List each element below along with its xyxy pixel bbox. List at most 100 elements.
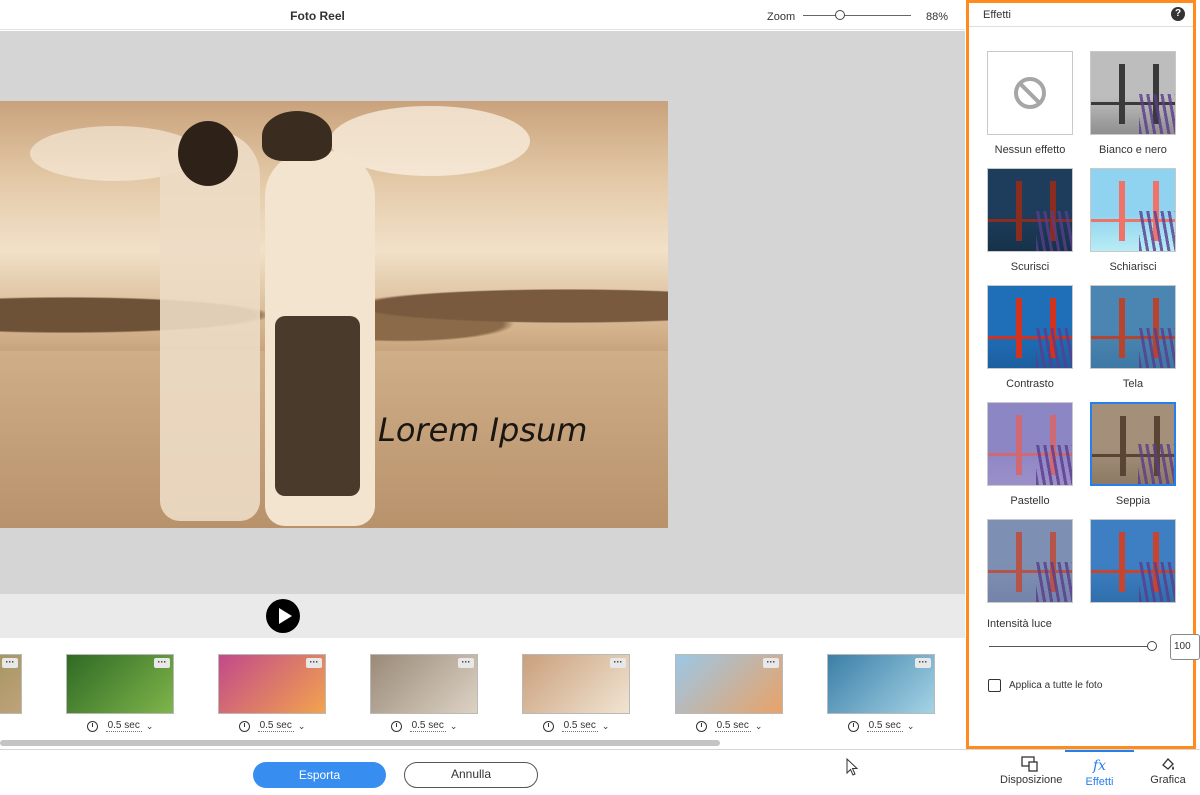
- more-options-icon[interactable]: ···: [763, 658, 779, 668]
- clip-duration-dropdown[interactable]: 0.5 sec⌄: [675, 718, 783, 734]
- clip-item[interactable]: ··· 0.5 sec⌄: [370, 654, 478, 734]
- effect-swatch[interactable]: [987, 402, 1073, 486]
- bridge-tower: [1016, 181, 1022, 241]
- clip-item[interactable]: ··· 0.5 sec⌄: [675, 654, 783, 734]
- zoom-value: 88%: [926, 11, 949, 23]
- effect-option[interactable]: Tela: [1090, 285, 1176, 390]
- foto-reel-app: Foto Reel Zoom 88% Lorem Ipsum ··· 0.5 se…: [0, 0, 1200, 795]
- flower-plants: [1036, 211, 1072, 251]
- effect-swatch[interactable]: [1090, 168, 1176, 252]
- clip-thumbnail[interactable]: ···: [675, 654, 783, 714]
- layout-icon: [1000, 750, 1060, 774]
- clip-thumbnail[interactable]: ···: [66, 654, 174, 714]
- clip-duration-dropdown[interactable]: 0.5 sec⌄: [827, 718, 935, 734]
- preview-stage: Lorem Ipsum: [0, 31, 965, 594]
- effect-swatch[interactable]: [987, 519, 1073, 603]
- effect-label: Schiarisci: [1109, 261, 1157, 273]
- clip-item[interactable]: ··· 0.5 sec⌄: [827, 654, 935, 734]
- photo-person-woman: [160, 131, 260, 521]
- flower-plants: [1139, 328, 1175, 368]
- more-options-icon[interactable]: ···: [610, 658, 626, 668]
- cancel-button[interactable]: Annulla: [404, 762, 538, 788]
- clip-duration-dropdown[interactable]: 0.5 sec⌄: [0, 718, 22, 734]
- clip-item[interactable]: ··· 0.5 sec⌄: [0, 654, 22, 734]
- effect-option[interactable]: Contrasto: [987, 285, 1073, 390]
- effect-swatch[interactable]: [1090, 285, 1176, 369]
- chevron-down-icon: ⌄: [449, 720, 458, 731]
- playback-bar: [0, 594, 965, 638]
- mouse-cursor-icon: [846, 758, 858, 776]
- chevron-down-icon: ⌄: [297, 720, 306, 731]
- chevron-down-icon: ⌄: [0, 721, 1, 732]
- clip-thumbnail[interactable]: ···: [218, 654, 326, 714]
- clock-icon: [238, 720, 250, 732]
- zoom-slider-handle[interactable]: [834, 10, 845, 20]
- chevron-down-icon: ⌄: [601, 720, 610, 731]
- clock-icon: [542, 720, 554, 732]
- bridge-tower: [1016, 532, 1022, 592]
- clock-icon: [847, 720, 859, 732]
- effect-option[interactable]: Nessun effetto: [987, 51, 1073, 156]
- clip-item[interactable]: ··· 0.5 sec⌄: [66, 654, 174, 734]
- clip-item[interactable]: ··· 0.5 sec⌄: [522, 654, 630, 734]
- clip-duration-dropdown[interactable]: 0.5 sec⌄: [66, 718, 174, 734]
- preview-photo[interactable]: Lorem Ipsum: [0, 101, 668, 528]
- flower-plants: [1036, 562, 1072, 602]
- clip-duration-value: 0.5 sec: [105, 720, 142, 732]
- more-options-icon[interactable]: ···: [915, 658, 931, 668]
- clip-duration-dropdown[interactable]: 0.5 sec⌄: [522, 718, 630, 734]
- photo-person-woman-hair: [178, 121, 238, 186]
- clip-duration-value: 0.5 sec: [561, 720, 598, 732]
- effect-option[interactable]: [1090, 519, 1176, 612]
- clip-thumbnail[interactable]: ···: [522, 654, 630, 714]
- apply-all-photos-option[interactable]: Applica a tutte le foto: [988, 679, 1102, 692]
- effect-swatch[interactable]: [1090, 51, 1176, 135]
- clip-duration-dropdown[interactable]: 0.5 sec⌄: [218, 718, 326, 734]
- zoom-slider-track[interactable]: [803, 15, 911, 16]
- export-button[interactable]: Esporta: [253, 762, 386, 788]
- photo-caption-text[interactable]: Lorem Ipsum: [378, 411, 587, 449]
- tab-disposizione[interactable]: Disposizione: [1000, 750, 1062, 795]
- intensity-slider-handle[interactable]: [1147, 641, 1157, 651]
- fx-icon: fx: [1092, 758, 1107, 774]
- effect-swatch[interactable]: [1090, 519, 1176, 603]
- tab-label: Effetti: [1085, 776, 1114, 788]
- tab-effetti[interactable]: fx Effetti: [1065, 750, 1134, 795]
- clip-duration-value: 0.5 sec: [714, 720, 751, 732]
- effect-swatch[interactable]: [987, 51, 1073, 135]
- top-bar: Foto Reel Zoom 88%: [0, 0, 965, 30]
- clip-duration-value: 0.5 sec: [257, 720, 294, 732]
- photo-person-man-pants: [275, 316, 360, 496]
- filmstrip-scrollbar[interactable]: [0, 740, 720, 746]
- tab-label: Grafica: [1150, 774, 1186, 786]
- effect-swatch[interactable]: [987, 168, 1073, 252]
- apply-all-label: Applica a tutte le foto: [1009, 680, 1103, 691]
- effect-option[interactable]: Schiarisci: [1090, 168, 1176, 273]
- clip-thumbnail[interactable]: ···: [827, 654, 935, 714]
- clip-thumbnail[interactable]: ···: [0, 654, 22, 714]
- bridge-tower: [1120, 416, 1126, 476]
- apply-all-checkbox[interactable]: [988, 679, 1001, 692]
- more-options-icon[interactable]: ···: [2, 658, 18, 668]
- intensity-slider-track[interactable]: [989, 646, 1149, 647]
- play-button[interactable]: [266, 599, 300, 633]
- help-icon[interactable]: ?: [1171, 7, 1185, 21]
- effect-option[interactable]: [987, 519, 1073, 612]
- more-options-icon[interactable]: ···: [154, 658, 170, 668]
- effect-option[interactable]: Scurisci: [987, 168, 1073, 273]
- clip-duration-dropdown[interactable]: 0.5 sec⌄: [370, 718, 478, 734]
- tab-grafica[interactable]: Grafica: [1140, 750, 1196, 795]
- clip-thumbnail[interactable]: ···: [370, 654, 478, 714]
- page-title: Foto Reel: [290, 9, 345, 23]
- effect-option[interactable]: Pastello: [987, 402, 1073, 507]
- effect-label: Nessun effetto: [994, 144, 1066, 156]
- paint-bucket-icon: [1140, 750, 1196, 774]
- more-options-icon[interactable]: ···: [306, 658, 322, 668]
- effect-swatch[interactable]: [987, 285, 1073, 369]
- intensity-value-field[interactable]: 100: [1170, 634, 1200, 660]
- effect-swatch[interactable]: [1090, 402, 1176, 486]
- clip-item[interactable]: ··· 0.5 sec⌄: [218, 654, 326, 734]
- effect-option[interactable]: Seppia: [1090, 402, 1176, 507]
- effect-option[interactable]: Bianco e nero: [1090, 51, 1176, 156]
- more-options-icon[interactable]: ···: [458, 658, 474, 668]
